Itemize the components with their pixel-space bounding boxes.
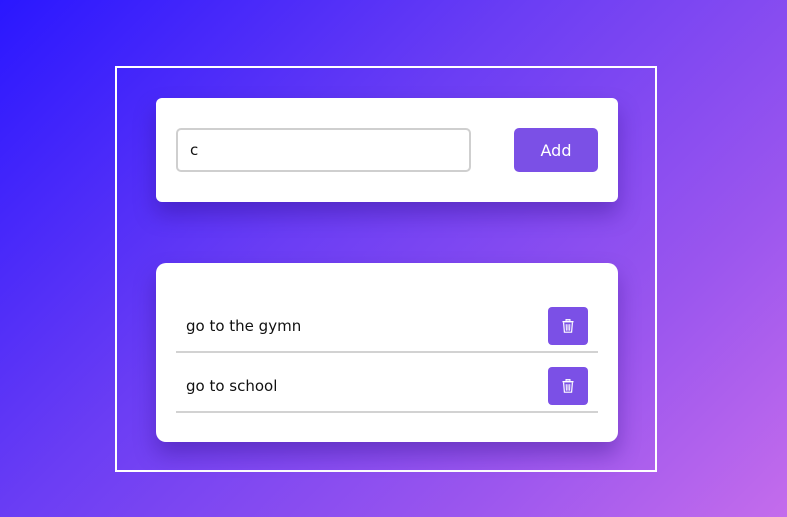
trash-icon [562, 379, 574, 393]
trash-icon [562, 319, 574, 333]
todo-item: go to the gymn [176, 305, 598, 353]
todo-list-card: go to the gymn go to school [156, 263, 618, 442]
todo-text: go to the gymn [186, 317, 302, 335]
add-button[interactable]: Add [514, 128, 598, 172]
delete-button[interactable] [548, 367, 588, 405]
add-todo-card: Add [156, 98, 618, 202]
delete-button[interactable] [548, 307, 588, 345]
todo-input[interactable] [176, 128, 471, 172]
todo-item: go to school [176, 365, 598, 413]
todo-list: go to the gymn go to school [176, 305, 598, 425]
todo-text: go to school [186, 377, 278, 395]
